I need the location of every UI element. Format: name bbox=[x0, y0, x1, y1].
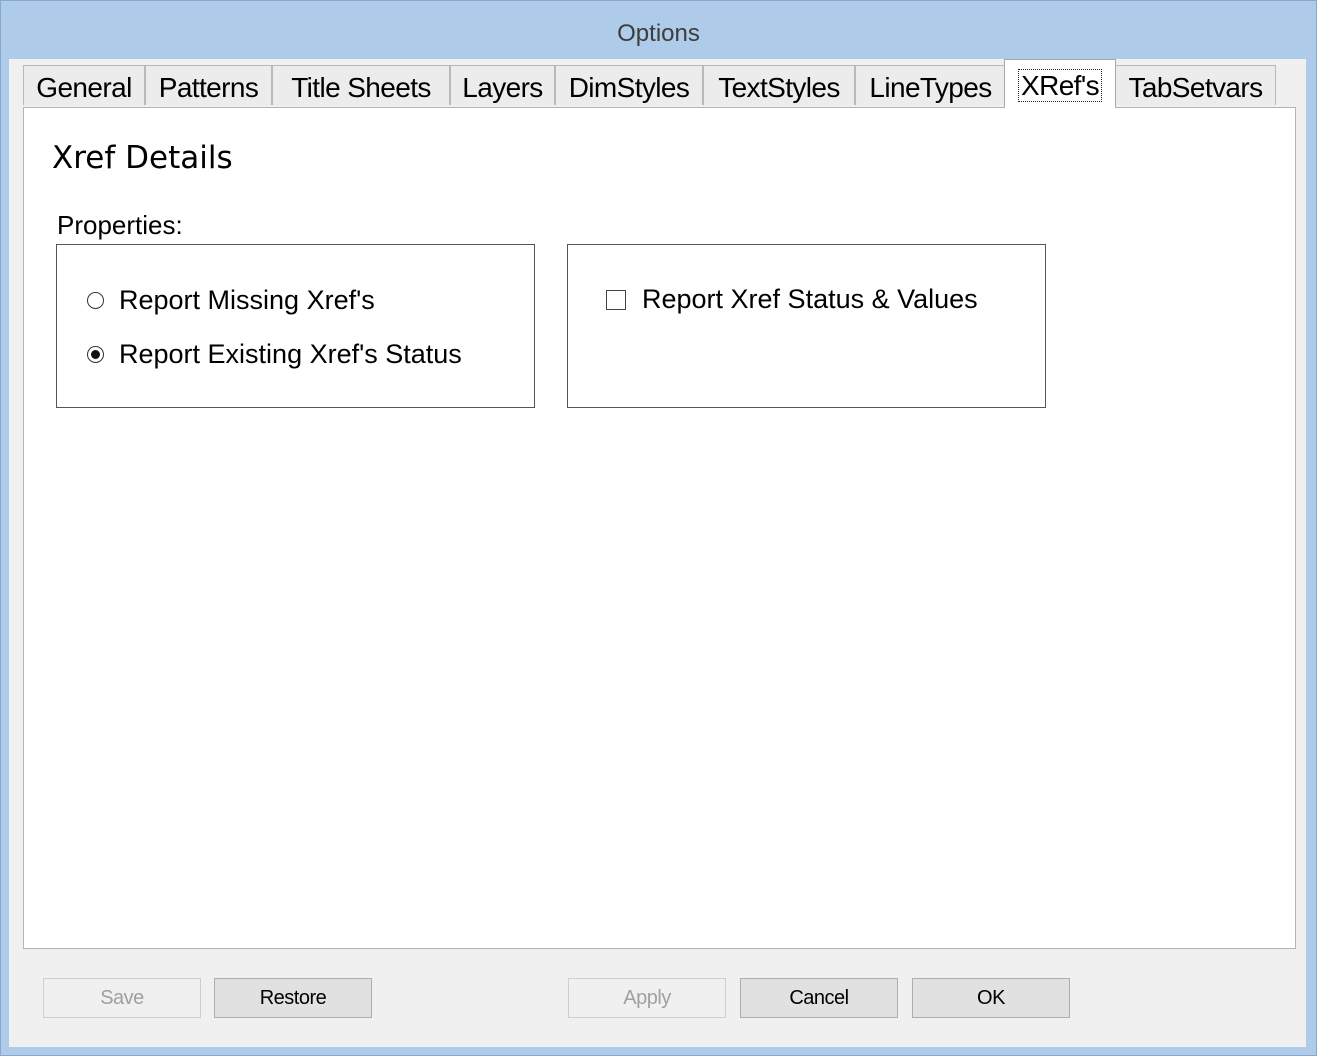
tab-general[interactable]: General bbox=[23, 65, 145, 105]
cancel-button[interactable]: Cancel bbox=[740, 978, 898, 1018]
apply-button[interactable]: Apply bbox=[568, 978, 726, 1018]
status-values-group: Report Xref Status & Values bbox=[567, 244, 1046, 408]
page-title: Xref Details bbox=[52, 140, 233, 176]
radio-checked-icon[interactable] bbox=[87, 346, 104, 363]
ok-button[interactable]: OK bbox=[912, 978, 1070, 1018]
tab-linetypes[interactable]: LineTypes bbox=[855, 65, 1006, 105]
tab-dimstyles[interactable]: DimStyles bbox=[555, 65, 703, 105]
radio-label: Report Missing Xref's bbox=[119, 285, 375, 315]
restore-button[interactable]: Restore bbox=[214, 978, 372, 1018]
options-window: Options General Patterns Title Sheets La… bbox=[0, 0, 1317, 1056]
report-mode-group: Report Missing Xref's Report Existing Xr… bbox=[56, 244, 535, 408]
radio-report-missing[interactable]: Report Missing Xref's bbox=[87, 285, 375, 316]
checkbox-label: Report Xref Status & Values bbox=[642, 284, 978, 314]
window-title: Options bbox=[617, 20, 700, 47]
tab-xrefs[interactable]: XRef's bbox=[1004, 59, 1116, 108]
tab-title-sheets[interactable]: Title Sheets bbox=[272, 65, 450, 105]
properties-label: Properties: bbox=[57, 210, 183, 240]
dialog-client-area: General Patterns Title Sheets Layers Dim… bbox=[9, 59, 1306, 1047]
xrefs-tab-page: Xref Details Properties: Report Missing … bbox=[23, 107, 1296, 949]
tab-textstyles[interactable]: TextStyles bbox=[703, 65, 855, 105]
radio-report-existing[interactable]: Report Existing Xref's Status bbox=[87, 339, 462, 370]
tab-patterns[interactable]: Patterns bbox=[145, 65, 272, 105]
radio-label: Report Existing Xref's Status bbox=[119, 339, 462, 369]
radio-unchecked-icon[interactable] bbox=[87, 292, 104, 309]
save-button[interactable]: Save bbox=[43, 978, 201, 1018]
checkbox-icon[interactable] bbox=[606, 289, 626, 310]
tab-layers[interactable]: Layers bbox=[450, 65, 555, 105]
tab-tabsetvars[interactable]: TabSetvars bbox=[1115, 65, 1276, 105]
checkbox-report-status-values[interactable]: Report Xref Status & Values bbox=[606, 284, 978, 315]
